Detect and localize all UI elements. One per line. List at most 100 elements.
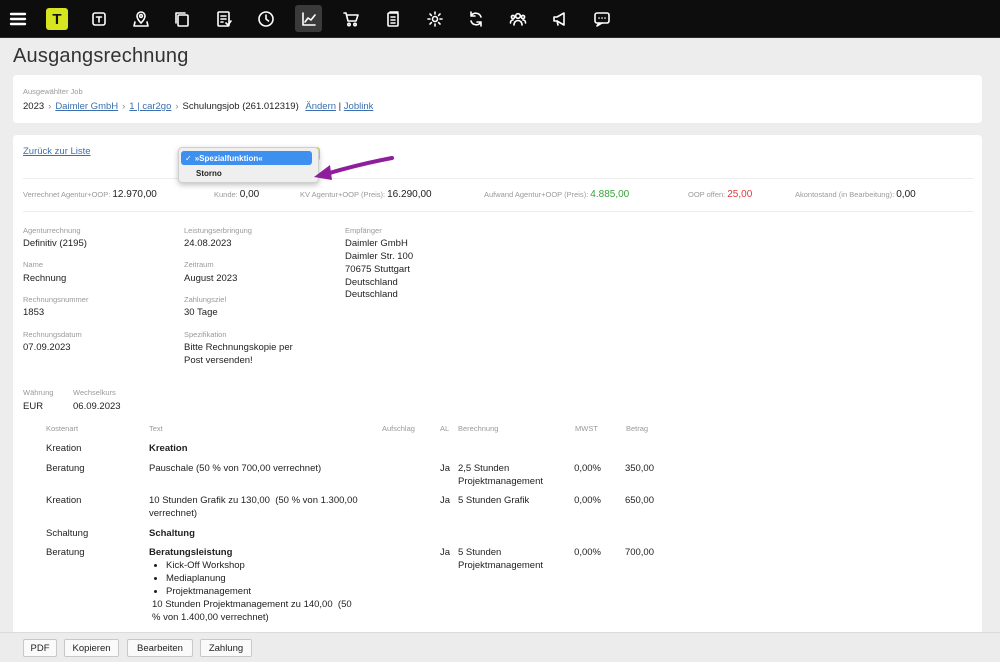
logo-icon[interactable]: T — [46, 8, 68, 30]
kopieren-button[interactable]: Kopieren — [64, 639, 119, 657]
back-to-list-link[interactable]: Zurück zur Liste — [23, 146, 91, 157]
zahlungsziel-label: Zahlungsziel — [184, 295, 227, 304]
team-icon[interactable] — [504, 5, 531, 32]
column-header-text: Text — [149, 424, 163, 433]
table-row-text: Pauschale (50 % von 700,00 verrechnet) — [149, 463, 322, 474]
settings-icon[interactable] — [421, 5, 448, 32]
wechselkurs-value: 06.09.2023 — [73, 401, 121, 412]
zeitraum-value: August 2023 — [184, 273, 238, 284]
divider — [23, 178, 973, 179]
table-row-text: Schaltung — [149, 528, 195, 539]
table-row-berechnung: 5 Stunden — [458, 547, 502, 558]
special-function-dropdown[interactable]: ✓ »Spezialfunktion« Storno — [178, 147, 319, 183]
dropdown-option-storno[interactable]: Storno — [181, 166, 312, 180]
rechnungsdatum-value: 07.09.2023 — [23, 342, 71, 353]
breadcrumb-job: Schulungsjob (261.012319) — [182, 101, 299, 112]
waehrung-label: Währung — [23, 388, 54, 397]
table-row-al: Ja — [440, 463, 451, 474]
table-row-betrag: 700,00 — [624, 547, 654, 558]
zeitraum-label: Zeitraum — [184, 260, 214, 269]
stat-oop-offen: OOP offen: 25,00 — [688, 189, 753, 200]
pdf-button[interactable]: PDF — [23, 639, 57, 657]
wechselkurs-label: Wechselkurs — [73, 388, 116, 397]
table-row-berechnung: Projektmanagement — [458, 476, 544, 487]
table-row-berechnung: 2,5 Stunden — [458, 463, 510, 474]
spezifikation-line: Post versenden! — [184, 355, 253, 366]
breadcrumb-project-link[interactable]: 1 | car2go — [129, 101, 171, 112]
checklist-icon[interactable] — [210, 5, 237, 32]
list-item: Projektmanagement — [166, 585, 251, 598]
table-row-bullet-list: Kick-Off Workshop Mediaplanung Projektma… — [150, 559, 251, 598]
task-icon[interactable] — [85, 5, 112, 32]
divider — [23, 211, 973, 212]
change-job-link[interactable]: Ändern — [305, 101, 336, 112]
megaphone-icon[interactable] — [546, 5, 573, 32]
table-row-kostenart: Schaltung — [46, 528, 89, 539]
files-icon[interactable] — [168, 5, 195, 32]
column-header-kostenart: Kostenart — [46, 424, 79, 433]
table-row-al: Ja — [440, 547, 451, 558]
joblink-link[interactable]: Joblink — [344, 101, 374, 112]
location-icon[interactable] — [127, 5, 154, 32]
job-label: Ausgewählter Job — [23, 87, 83, 96]
stat-akontostand: Akontostand (in Bearbeitung): 0,00 — [795, 189, 916, 200]
stat-aufwand: Aufwand Agentur+OOP (Preis): 4.885,00 — [484, 189, 630, 200]
zahlungsziel-value: 30 Tage — [184, 307, 218, 318]
table-row-kostenart: Kreation — [46, 495, 82, 506]
name-value: Rechnung — [23, 273, 67, 284]
rechnungsnummer-label: Rechnungsnummer — [23, 295, 89, 304]
table-row-text: Kreation — [149, 443, 188, 454]
table-row-al: Ja — [440, 495, 451, 506]
menu-icon[interactable] — [4, 5, 31, 32]
empfaenger-line: Daimler GmbH — [345, 238, 408, 249]
breadcrumb-year: 2023 — [23, 101, 45, 112]
leistungserbringung-label: Leistungserbringung — [184, 226, 252, 235]
empfaenger-line: Daimler Str. 100 — [345, 251, 414, 262]
column-header-betrag: Betrag — [626, 424, 649, 433]
empfaenger-line: Deutschland — [345, 277, 398, 288]
chat-icon[interactable] — [588, 5, 615, 32]
empfaenger-line: Deutschland — [345, 289, 398, 300]
stat-kv: KV Agentur+OOP (Preis): 16.290,00 — [300, 189, 432, 200]
spezifikation-label: Spezifikation — [184, 330, 227, 339]
cart-icon[interactable] — [337, 5, 364, 32]
chart-icon[interactable] — [295, 5, 322, 32]
empfaenger-line: 70675 Stuttgart — [345, 264, 410, 275]
list-item: Kick-Off Workshop — [166, 559, 251, 572]
table-row-kostenart: Beratung — [46, 463, 85, 474]
dropdown-option-selected[interactable]: ✓ »Spezialfunktion« — [181, 151, 312, 165]
stat-verrechnet: Verrechnet Agentur+OOP: 12.970,00 — [23, 189, 157, 200]
column-header-al: AL — [440, 424, 450, 433]
documents-icon[interactable] — [379, 5, 406, 32]
empfaenger-label: Empfänger — [345, 226, 382, 235]
breadcrumb-separator: | — [338, 101, 342, 112]
table-row-betrag: 350,00 — [624, 463, 654, 474]
bearbeiten-button[interactable]: Bearbeiten — [127, 639, 193, 657]
zahlung-button[interactable]: Zahlung — [200, 639, 252, 657]
agenturrechnung-value: Definitiv (2195) — [23, 238, 87, 249]
clock-icon[interactable] — [252, 5, 279, 32]
table-row-berechnung: Projektmanagement — [458, 560, 544, 571]
rechnungsnummer-value: 1853 — [23, 307, 45, 318]
stat-kunde: Kunde: 0,00 — [214, 189, 260, 200]
breadcrumb-client-link[interactable]: Daimler GmbH — [55, 101, 118, 112]
table-row-betrag: 650,00 — [624, 495, 654, 506]
leistungserbringung-value: 24.08.2023 — [184, 238, 232, 249]
annotation-arrow-icon — [314, 156, 394, 180]
sync-icon[interactable] — [462, 5, 489, 32]
column-header-berechnung: Berechnung — [458, 424, 499, 433]
agenturrechnung-label: Agenturrechnung — [23, 226, 81, 235]
rechnungsdatum-label: Rechnungsdatum — [23, 330, 82, 339]
checkmark-icon: ✓ — [185, 153, 192, 163]
table-row-kostenart: Beratung — [46, 547, 85, 558]
column-header-mwst: MWST — [575, 424, 598, 433]
list-item: Mediaplanung — [166, 572, 251, 585]
table-row-mwst: 0,00% — [574, 463, 601, 474]
table-row-text: % von 1.400,00 verrechnet) — [152, 612, 269, 623]
page-title: Ausgangsrechnung — [13, 45, 189, 67]
table-row-text: verrechnet) — [149, 508, 198, 519]
breadcrumb: 2023 › Daimler GmbH › 1 | car2go › Schulungsjo… — [23, 101, 374, 112]
name-label: Name — [23, 260, 44, 269]
table-row-mwst: 0,00% — [574, 495, 601, 506]
spezifikation-line: Bitte Rechnungskopie per — [184, 342, 293, 353]
